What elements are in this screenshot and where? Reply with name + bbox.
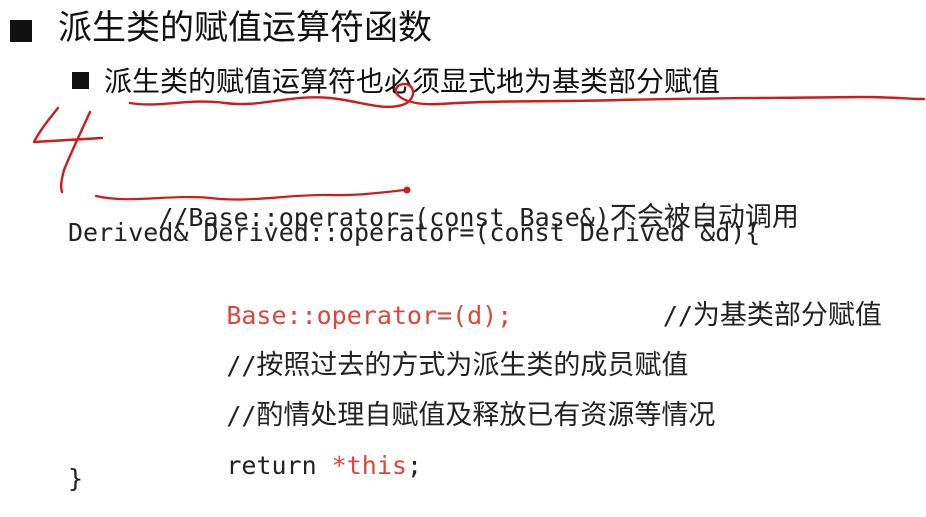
code-comment-text: 为基类部分赋值 [692,300,882,331]
code-line-6: return *this; [136,415,422,517]
this-expression: *this [331,451,407,480]
code-line-2: Derived& Derived::operator=(const Derive… [68,218,761,247]
code-line-7: } [68,464,84,493]
return-keyword: return [226,451,332,480]
code-block: //Base::operator=(const Base&)不会被自动调用 De… [0,0,926,509]
semicolon: ; [406,451,422,480]
